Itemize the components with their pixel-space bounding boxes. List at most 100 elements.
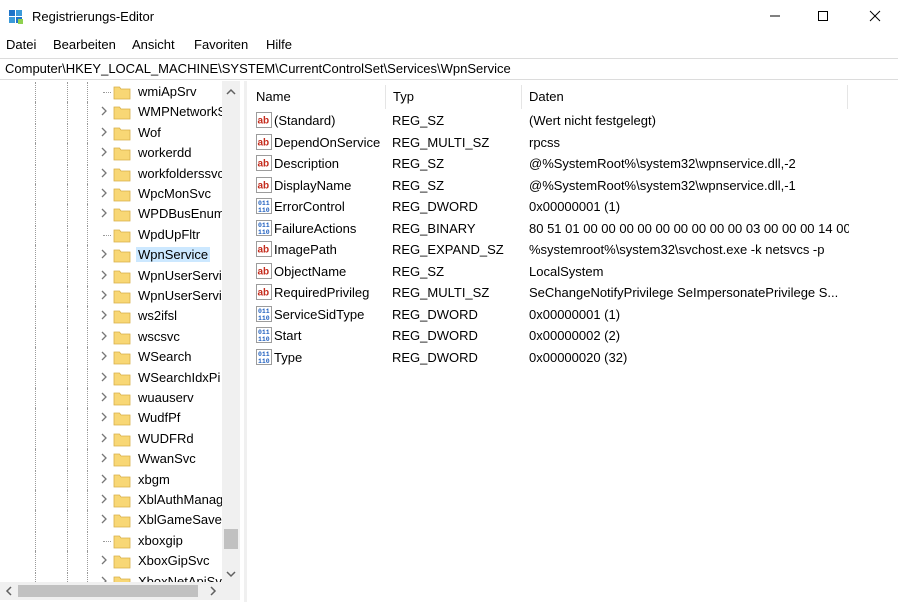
chevron-right-icon[interactable]	[98, 432, 110, 444]
string-value-icon: ab	[256, 241, 272, 257]
scroll-down-button[interactable]	[222, 565, 240, 582]
tree-guide-line	[67, 326, 68, 347]
column-divider[interactable]	[847, 85, 848, 109]
value-row[interactable]: 011 110 Start REG_DWORD 0x00000002 (2)	[249, 325, 889, 346]
svg-text:110: 110	[258, 358, 270, 365]
minimize-button[interactable]	[752, 0, 798, 32]
tree-item[interactable]: xboxgip	[0, 530, 222, 551]
tree-guide-line	[87, 469, 88, 490]
tree-item[interactable]: WPDBusEnum	[0, 204, 225, 225]
chevron-right-icon[interactable]	[98, 146, 110, 158]
tree-item[interactable]: xbgm	[0, 469, 222, 490]
horizontal-scroll-thumb[interactable]	[18, 585, 198, 597]
menu-hilfe[interactable]: Hilfe	[266, 37, 292, 52]
tree-horizontal-scrollbar[interactable]	[0, 582, 222, 600]
folder-icon	[113, 229, 131, 243]
tree-item[interactable]: wmiApSrv	[0, 82, 222, 102]
chevron-right-icon[interactable]	[98, 493, 110, 505]
chevron-right-icon[interactable]	[98, 207, 110, 219]
chevron-right-icon[interactable]	[98, 309, 110, 321]
tree-item[interactable]: WpcMonSvc	[0, 184, 222, 204]
chevron-right-icon[interactable]	[98, 167, 110, 179]
scroll-thumb[interactable]	[224, 529, 238, 549]
tree-guide-line	[87, 204, 88, 225]
tree-guide-line	[87, 102, 88, 123]
pane-splitter[interactable]	[244, 81, 247, 602]
tree-item[interactable]: workfolderssvc	[0, 163, 224, 184]
chevron-right-icon[interactable]	[98, 371, 110, 383]
chevron-right-icon[interactable]	[98, 289, 110, 301]
tree-item[interactable]: WpdUpFltr	[0, 224, 222, 245]
value-data: 0x00000001 (1)	[529, 199, 621, 214]
tree-item[interactable]: WSearch	[0, 347, 222, 368]
tree-item[interactable]: workerdd	[0, 143, 222, 164]
value-row[interactable]: 011 110 FailureActions REG_BINARY 80 51 01 0…	[249, 218, 889, 239]
value-row[interactable]: 011 110 ErrorControl REG_DWORD 0x00000001 (1…	[249, 196, 889, 217]
tree-vertical-scrollbar[interactable]	[222, 81, 240, 582]
tree-item-label: workerdd	[138, 145, 192, 161]
chevron-right-icon[interactable]	[98, 391, 110, 403]
chevron-right-icon[interactable]	[98, 187, 110, 199]
value-row[interactable]: ab DependOnService REG_MULTI_SZ rpcss	[249, 132, 889, 153]
tree-item[interactable]: XblAuthManager	[0, 490, 235, 510]
chevron-right-icon[interactable]	[98, 248, 110, 260]
tree-guide-line	[67, 143, 68, 164]
tree-item[interactable]: WMPNetworkSvc	[0, 102, 239, 123]
tree-item[interactable]: wscsvc	[0, 326, 222, 347]
folder-icon	[113, 249, 131, 263]
menu-bearbeiten[interactable]: Bearbeiten	[53, 37, 116, 52]
chevron-right-icon[interactable]	[98, 554, 110, 566]
maximize-button[interactable]	[800, 0, 846, 32]
scroll-up-button[interactable]	[222, 83, 240, 100]
chevron-right-icon[interactable]	[98, 473, 110, 485]
value-row[interactable]: ab DisplayName REG_SZ @%SystemRoot%\system3…	[249, 175, 889, 196]
close-button[interactable]	[852, 0, 898, 32]
tree-item[interactable]: WUDFRd	[0, 428, 222, 449]
tree-item[interactable]: wuauserv	[0, 388, 222, 408]
scroll-right-button[interactable]	[204, 582, 222, 599]
value-row[interactable]: 011 110 Type REG_DWORD 0x00000020 (32)	[249, 347, 889, 368]
tree-item[interactable]: WpnUserService	[0, 265, 236, 286]
value-name: RequiredPrivileg	[274, 285, 370, 300]
tree-item[interactable]: WSearchIdxPi	[0, 367, 222, 388]
tree-guide-line	[87, 428, 88, 449]
tree-item[interactable]: WpnUserService	[0, 286, 236, 306]
chevron-right-icon[interactable]	[98, 452, 110, 464]
tree-item[interactable]: WwanSvc	[0, 449, 222, 470]
menu-ansicht[interactable]: Ansicht	[132, 37, 175, 52]
column-header-type[interactable]: Typ	[386, 85, 521, 107]
column-header-name[interactable]: Name	[249, 85, 385, 107]
chevron-right-icon[interactable]	[98, 126, 110, 138]
tree-item[interactable]: ws2ifsl	[0, 306, 222, 327]
chevron-right-icon[interactable]	[98, 330, 110, 342]
chevron-right-icon[interactable]	[98, 513, 110, 525]
value-row[interactable]: ab RequiredPrivileg REG_MULTI_SZ SeChangeNo…	[249, 282, 889, 303]
tree-item[interactable]: Wof	[0, 122, 222, 143]
column-header-data[interactable]: Daten	[522, 85, 847, 107]
address-path[interactable]: Computer\HKEY_LOCAL_MACHINE\SYSTEM\Curre…	[5, 61, 511, 76]
maximize-icon	[818, 11, 828, 21]
value-row[interactable]: ab ObjectName REG_SZ LocalSystem	[249, 261, 889, 282]
tree-item[interactable]: XboxGipSvc	[0, 551, 222, 572]
address-bar[interactable]: Computer\HKEY_LOCAL_MACHINE\SYSTEM\Curre…	[0, 58, 898, 80]
svg-text:011: 011	[258, 308, 270, 315]
menu-favoriten[interactable]: Favoriten	[194, 37, 248, 52]
chevron-right-icon[interactable]	[98, 105, 110, 117]
menu-datei[interactable]: Datei	[6, 37, 36, 52]
svg-text:011: 011	[258, 329, 270, 336]
value-row[interactable]: ab Description REG_SZ @%SystemRoot%\system3…	[249, 153, 889, 174]
folder-icon	[113, 208, 131, 222]
value-row[interactable]: ab (Standard) REG_SZ (Wert nicht festgelegt…	[249, 110, 889, 131]
value-row[interactable]: ab ImagePath REG_EXPAND_SZ %systemroot%\sys…	[249, 239, 889, 260]
chevron-right-icon[interactable]	[98, 269, 110, 281]
string-value-icon: ab	[256, 155, 272, 171]
tree-item[interactable]: WpnService	[0, 245, 222, 266]
chevron-right-icon[interactable]	[98, 350, 110, 362]
value-row[interactable]: 011 110 ServiceSidType REG_DWORD 0x00000001 …	[249, 304, 889, 325]
tree-item[interactable]: XblGameSave	[0, 510, 222, 531]
chevron-right-icon[interactable]	[98, 411, 110, 423]
key-tree[interactable]: wmiApSrv WMPNetworkSvc Wof workerdd workfold…	[0, 81, 244, 602]
tree-item[interactable]: WudfPf	[0, 408, 222, 429]
value-list[interactable]: Name Typ Daten ab (Standard) REG_SZ (Wert n…	[249, 81, 900, 602]
scroll-left-button[interactable]	[0, 582, 18, 599]
